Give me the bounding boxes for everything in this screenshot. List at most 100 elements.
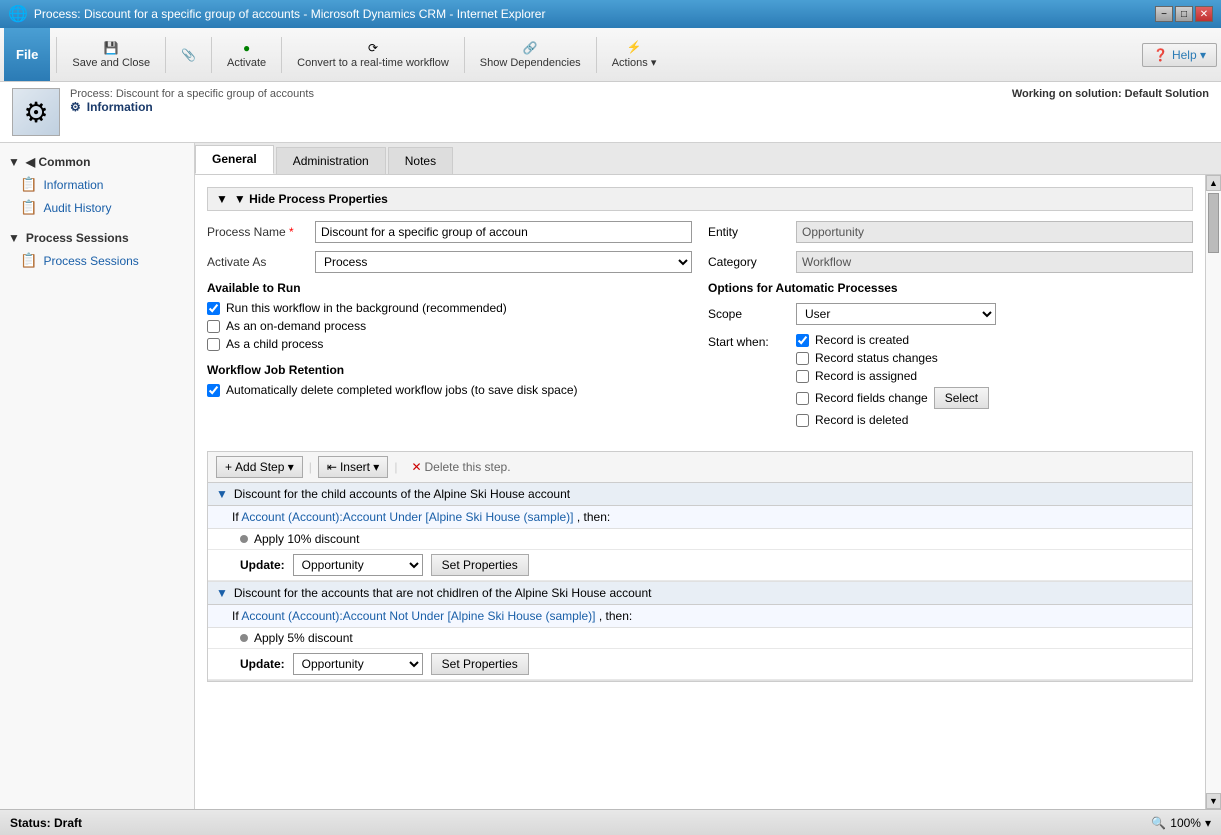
- scroll-thumb[interactable]: [1208, 193, 1219, 253]
- step-2-condition-link[interactable]: Account (Account):Account Not Under [Alp…: [241, 609, 595, 623]
- attach-button[interactable]: 📎: [172, 31, 205, 79]
- activate-button[interactable]: ● Activate: [218, 31, 275, 79]
- section-arrow-icon: ▼: [216, 192, 228, 206]
- step-2-condition: If Account (Account):Account Not Under […: [208, 605, 1192, 628]
- header-area: ⚙ Process: Discount for a specific group…: [0, 82, 1221, 143]
- form-grid: Process Name * Activate As Process: [207, 221, 1193, 435]
- minimize-button[interactable]: −: [1155, 6, 1173, 22]
- available-section: Available to Run Run this workflow in th…: [207, 281, 692, 351]
- form-right: Entity Opportunity Category Workflow Opt…: [708, 221, 1193, 435]
- sidebar: ▼ ◀ Common 📋 Information 📋 Audit History…: [0, 143, 195, 809]
- required-asterisk: *: [289, 225, 294, 239]
- step-1-condition-link[interactable]: Account (Account):Account Under [Alpine …: [241, 510, 573, 524]
- zoom-area: 🔍 100% ▾: [1151, 816, 1211, 830]
- sidebar-item-information[interactable]: 📋 Information: [0, 173, 194, 196]
- activate-as-select[interactable]: Process: [315, 251, 692, 273]
- tab-notes[interactable]: Notes: [388, 147, 453, 174]
- step-2-update: Update: Opportunity Set Properties: [208, 649, 1192, 680]
- breadcrumb: Process: Discount for a specific group o…: [70, 88, 314, 100]
- cb-record-deleted[interactable]: [796, 414, 809, 427]
- cb-retention[interactable]: [207, 384, 220, 397]
- process-name-input[interactable]: [315, 221, 692, 243]
- window-title: Process: Discount for a specific group o…: [34, 7, 546, 21]
- tab-bar: General Administration Notes: [195, 143, 1221, 175]
- step-2-update-label: Update:: [240, 657, 285, 671]
- step-2-update-select[interactable]: Opportunity: [293, 653, 423, 675]
- scroll-up-button[interactable]: ▲: [1206, 175, 1221, 191]
- save-icon: 💾: [104, 41, 119, 55]
- step-2-header: ▼ Discount for the accounts that are not…: [208, 582, 1192, 605]
- sidebar-item-process-sessions[interactable]: 📋 Process Sessions: [0, 249, 194, 272]
- toolbar-separator-3: [211, 37, 212, 73]
- process-sessions-arrow-icon: ▼: [8, 231, 20, 245]
- sidebar-item-audit-history[interactable]: 📋 Audit History: [0, 196, 194, 219]
- convert-icon: ⟳: [368, 41, 378, 55]
- step-1-action: Apply 10% discount: [208, 529, 1192, 550]
- show-deps-button[interactable]: 🔗 Show Dependencies: [471, 31, 590, 79]
- zoom-dropdown-icon[interactable]: ▾: [1205, 816, 1211, 830]
- scroll-down-button[interactable]: ▼: [1206, 793, 1221, 809]
- process-sessions-section-header[interactable]: ▼ Process Sessions: [0, 227, 194, 249]
- activate-as-label: Activate As: [207, 255, 307, 269]
- tab-general[interactable]: General: [195, 145, 274, 174]
- step-1: ▼ Discount for the child accounts of the…: [208, 483, 1192, 582]
- process-name-label: Process Name *: [207, 225, 307, 239]
- step-2-set-props-button[interactable]: Set Properties: [431, 653, 529, 675]
- add-step-button[interactable]: + Add Step ▾: [216, 456, 303, 478]
- step-2: ▼ Discount for the accounts that are not…: [208, 582, 1192, 681]
- process-sessions-icon: 📋: [20, 252, 37, 269]
- add-step-icon: +: [225, 460, 232, 474]
- page-title: ⚙ Information: [70, 100, 314, 114]
- cb-child-label: As a child process: [226, 337, 323, 351]
- zoom-icon: 🔍: [1151, 816, 1166, 830]
- form-left: Process Name * Activate As Process: [207, 221, 692, 435]
- common-arrow-icon: ▼: [8, 155, 20, 169]
- cb-retention-label: Automatically delete completed workflow …: [226, 383, 578, 397]
- cb-record-status[interactable]: [796, 352, 809, 365]
- cb-background[interactable]: [207, 302, 220, 315]
- category-value: Workflow: [796, 251, 1193, 273]
- common-section-header[interactable]: ▼ ◀ Common: [0, 151, 194, 173]
- help-button[interactable]: ❓ Help ▾: [1142, 43, 1217, 67]
- steps-toolbar: + Add Step ▾ | ⇤ Insert ▾ | ✕ Delete thi…: [208, 452, 1192, 483]
- help-icon: ❓: [1153, 48, 1168, 62]
- right-scrollbar: ▲ ▼: [1205, 175, 1221, 809]
- step-1-arrow-icon: ▼: [216, 487, 228, 501]
- category-label: Category: [708, 255, 788, 269]
- convert-button[interactable]: ⟳ Convert to a real-time workflow: [288, 31, 458, 79]
- cb-ondemand[interactable]: [207, 320, 220, 333]
- hide-process-section[interactable]: ▼ ▼ Hide Process Properties: [207, 187, 1193, 211]
- steps-toolbar-sep2: |: [392, 460, 399, 474]
- insert-icon: ⇤: [327, 460, 337, 474]
- cb-child[interactable]: [207, 338, 220, 351]
- step-2-action: Apply 5% discount: [208, 628, 1192, 649]
- step-1-update-select[interactable]: Opportunity: [293, 554, 423, 576]
- select-button[interactable]: Select: [934, 387, 989, 409]
- entity-label: Entity: [708, 225, 788, 239]
- toolbar: File 💾 Save and Close 📎 ● Activate ⟳ Con…: [0, 28, 1221, 82]
- sw-assigned-row: Record is assigned: [796, 369, 989, 383]
- file-button[interactable]: File: [4, 28, 50, 81]
- cb-record-fields[interactable]: [796, 392, 809, 405]
- step-1-set-props-button[interactable]: Set Properties: [431, 554, 529, 576]
- cb-record-assigned[interactable]: [796, 370, 809, 383]
- header-icon: ⚙: [12, 88, 60, 136]
- scope-select[interactable]: User: [796, 303, 996, 325]
- working-on-label: Working on solution: Default Solution: [1012, 88, 1209, 100]
- tab-administration[interactable]: Administration: [276, 147, 386, 174]
- insert-button[interactable]: ⇤ Insert ▾: [318, 456, 388, 478]
- restore-button[interactable]: □: [1175, 6, 1193, 22]
- title-bar: 🌐 Process: Discount for a specific group…: [0, 0, 1221, 28]
- sw-created-row: Record is created: [796, 333, 989, 347]
- title-bar-controls: − □ ✕: [1155, 6, 1213, 22]
- step-2-header-text: Discount for the accounts that are not c…: [234, 586, 652, 600]
- cb-record-created[interactable]: [796, 334, 809, 347]
- steps-toolbar-sep1: |: [307, 460, 314, 474]
- close-button[interactable]: ✕: [1195, 6, 1213, 22]
- save-close-button[interactable]: 💾 Save and Close: [63, 31, 159, 79]
- step-1-update: Update: Opportunity Set Properties: [208, 550, 1192, 581]
- actions-button[interactable]: ⚡ Actions ▾: [603, 31, 666, 79]
- entity-value: Opportunity: [796, 221, 1193, 243]
- delete-step-button[interactable]: ✕ Delete this step.: [403, 458, 518, 476]
- entity-row: Entity Opportunity: [708, 221, 1193, 243]
